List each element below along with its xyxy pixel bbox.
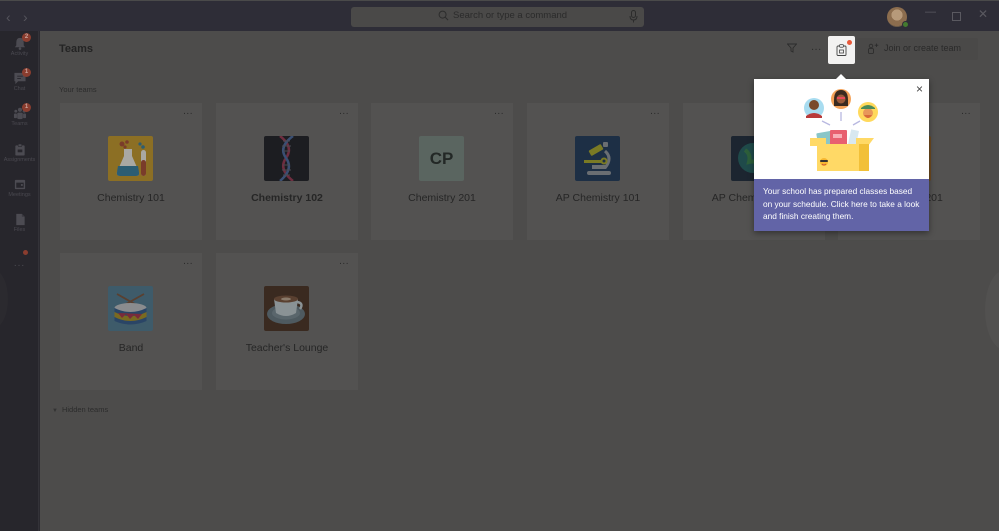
classes-box-illustration (804, 89, 878, 171)
flask-icon (108, 136, 153, 181)
class-create-icon (836, 44, 847, 56)
hidden-teams-label: Hidden teams (61, 405, 109, 414)
presence-status-icon (902, 21, 909, 28)
team-card[interactable]: ... AP Chemistry 101 (527, 103, 669, 240)
search-icon (438, 10, 449, 21)
dna-icon (264, 136, 309, 181)
rail-label: Chat (13, 86, 26, 92)
add-team-icon (868, 43, 879, 54)
rail-item-more[interactable]: ... (0, 250, 39, 271)
team-name: Chemistry 101 (97, 192, 165, 204)
team-more-options[interactable]: ... (961, 107, 971, 117)
rail-item-meetings[interactable]: Meetings (0, 178, 39, 198)
team-name: AP Chemistry 101 (555, 192, 641, 204)
team-more-options[interactable]: ... (339, 257, 349, 267)
rail-item-assignments[interactable]: Assignments (0, 143, 39, 163)
rail-label: Activity (10, 51, 29, 57)
team-card[interactable]: ... Band (60, 253, 202, 390)
team-name: Teacher's Lounge (245, 342, 329, 354)
rail-label: Files (13, 227, 26, 233)
file-icon (15, 213, 25, 226)
back-icon[interactable]: ‹ (6, 9, 11, 25)
calendar-icon (14, 179, 25, 190)
assignments-icon (14, 143, 25, 156)
rail-item-files[interactable]: Files (0, 213, 39, 233)
page-title: Teams (59, 43, 94, 55)
rail-item-chat[interactable]: Chat 1 (0, 68, 39, 92)
team-more-options[interactable]: ... (650, 107, 660, 117)
team-card[interactable]: ... Chemistry 102 (216, 103, 358, 240)
join-or-create-team-button[interactable]: Join or create team (857, 38, 978, 60)
coffee-icon (264, 286, 309, 331)
create-classes-button[interactable] (828, 36, 855, 64)
forward-icon[interactable]: › (23, 9, 28, 25)
team-name: Chemistry 102 (251, 192, 323, 204)
maximize-icon[interactable] (952, 12, 961, 21)
notification-badge: 1 (22, 68, 31, 77)
rail-item-activity[interactable]: Activity 2 (0, 33, 39, 57)
drum-icon (108, 286, 153, 331)
callout-message[interactable]: Your school has prepared classes based o… (754, 179, 929, 231)
filter-icon[interactable] (787, 43, 797, 53)
more-apps-icon: ... (13, 258, 26, 269)
team-more-options[interactable]: ... (339, 107, 349, 117)
close-icon[interactable]: × (916, 83, 923, 95)
team-card[interactable]: ... Chemistry 101 (60, 103, 202, 240)
microphone-icon[interactable] (629, 10, 638, 23)
your-teams-label: Your teams (59, 85, 97, 94)
search-input[interactable]: Search or type a command (453, 10, 567, 21)
team-more-options[interactable]: ... (183, 107, 193, 117)
notification-dot (847, 40, 852, 45)
rail-label: Meetings (8, 192, 31, 198)
microscope-icon (575, 136, 620, 181)
team-more-options[interactable]: ... (494, 107, 504, 117)
team-name: Band (118, 342, 144, 354)
search-box[interactable]: Search or type a command (351, 7, 644, 27)
prepared-classes-callout[interactable]: × Your school has prepared classes based… (754, 74, 929, 231)
more-options-button[interactable]: ... (811, 41, 822, 53)
chevron-down-icon: ▼ (52, 408, 58, 414)
notification-badge: 1 (22, 103, 31, 112)
hidden-teams-toggle[interactable]: ▼ Hidden teams (52, 405, 108, 414)
teams-app: ‹ › Search or type a command — ✕ Activit… (0, 0, 999, 531)
rail-label: Teams (11, 121, 28, 127)
rail-label: Assignments (3, 157, 36, 163)
app-rail: Activity 2 Chat 1 Teams 1 Assignments Me… (0, 31, 39, 531)
join-label: Join or create team (884, 43, 962, 53)
callout-text: Your school has prepared classes based o… (763, 186, 920, 221)
team-card[interactable]: ... CP Chemistry 201 (371, 103, 513, 240)
team-initials-avatar: CP (419, 136, 464, 181)
team-name: Chemistry 201 (408, 192, 476, 204)
callout-pointer (835, 74, 847, 80)
notification-badge: 2 (22, 33, 31, 42)
team-initials: CP (429, 148, 454, 168)
close-window-icon[interactable]: ✕ (978, 7, 988, 21)
team-more-options[interactable]: ... (183, 257, 193, 267)
minimize-icon[interactable]: — (925, 6, 936, 18)
rail-item-teams[interactable]: Teams 1 (0, 103, 39, 127)
team-card[interactable]: ... Teacher's Lounge (216, 253, 358, 390)
title-bar: ‹ › Search or type a command — ✕ (0, 0, 999, 31)
notification-dot (23, 250, 28, 255)
